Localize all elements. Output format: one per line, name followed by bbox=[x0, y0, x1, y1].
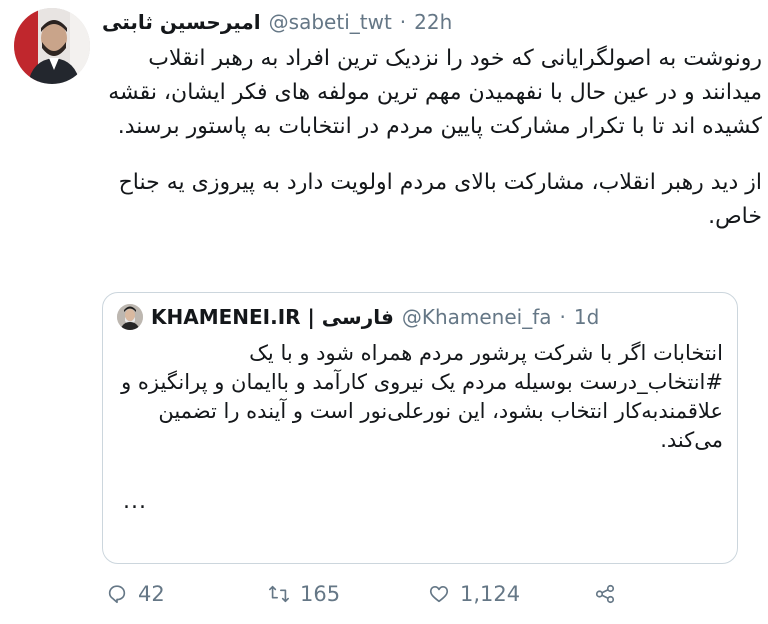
tweet-paragraph-2: از دید رهبر انقلاب، مشارکت بالای مردم او… bbox=[118, 170, 762, 229]
share-button[interactable] bbox=[594, 578, 616, 610]
quoted-timestamp[interactable]: 1d bbox=[574, 303, 599, 331]
tweet-header: امیرحسین ثابتی @sabeti_twt · 22h bbox=[102, 8, 758, 36]
quoted-tweet-text: انتخابات اگر با شرکت پرشور مردم همراه شو… bbox=[121, 341, 723, 452]
reply-button[interactable]: 42 bbox=[106, 578, 165, 610]
tweet-card[interactable]: امیرحسین ثابتی @sabeti_twt · 22h رونوشت … bbox=[0, 0, 768, 624]
retweet-count: 165 bbox=[300, 582, 341, 606]
share-icon bbox=[595, 584, 615, 604]
quoted-author-name[interactable]: KHAMENEI.IR | فارسی bbox=[151, 303, 394, 331]
author-avatar[interactable] bbox=[14, 8, 90, 84]
author-name[interactable]: امیرحسین ثابتی bbox=[102, 8, 261, 36]
like-count: 1,124 bbox=[460, 582, 521, 606]
header-separator: · bbox=[399, 10, 407, 34]
retweet-icon bbox=[269, 585, 289, 603]
reply-icon bbox=[108, 585, 126, 604]
tweet-timestamp[interactable]: 22h bbox=[414, 8, 452, 36]
quoted-author-handle[interactable]: @Khamenei_fa bbox=[402, 303, 552, 331]
quoted-header-separator: · bbox=[559, 305, 566, 329]
heart-icon bbox=[429, 586, 449, 603]
quoted-avatar-portrait-icon bbox=[117, 304, 143, 330]
tweet-text: رونوشت به اصولگرایانی که خود را نزدیک تر… bbox=[102, 42, 762, 234]
tweet-actions: 42 165 1,124 bbox=[102, 578, 622, 610]
author-handle[interactable]: @sabeti_twt bbox=[269, 8, 392, 36]
like-button[interactable]: 1,124 bbox=[428, 578, 520, 610]
reply-count: 42 bbox=[138, 582, 165, 606]
tweet-paragraph-1: رونوشت به اصولگرایانی که خود را نزدیک تر… bbox=[108, 46, 762, 139]
quoted-tweet-ellipsis: ... bbox=[123, 489, 147, 514]
quoted-tweet[interactable]: KHAMENEI.IR | فارسی @Khamenei_fa · 1d ان… bbox=[102, 292, 738, 564]
quoted-author-avatar[interactable] bbox=[117, 304, 143, 330]
quoted-tweet-header: KHAMENEI.IR | فارسی @Khamenei_fa · 1d bbox=[117, 303, 727, 331]
retweet-button[interactable]: 165 bbox=[268, 578, 340, 610]
avatar-portrait-icon bbox=[14, 8, 90, 84]
